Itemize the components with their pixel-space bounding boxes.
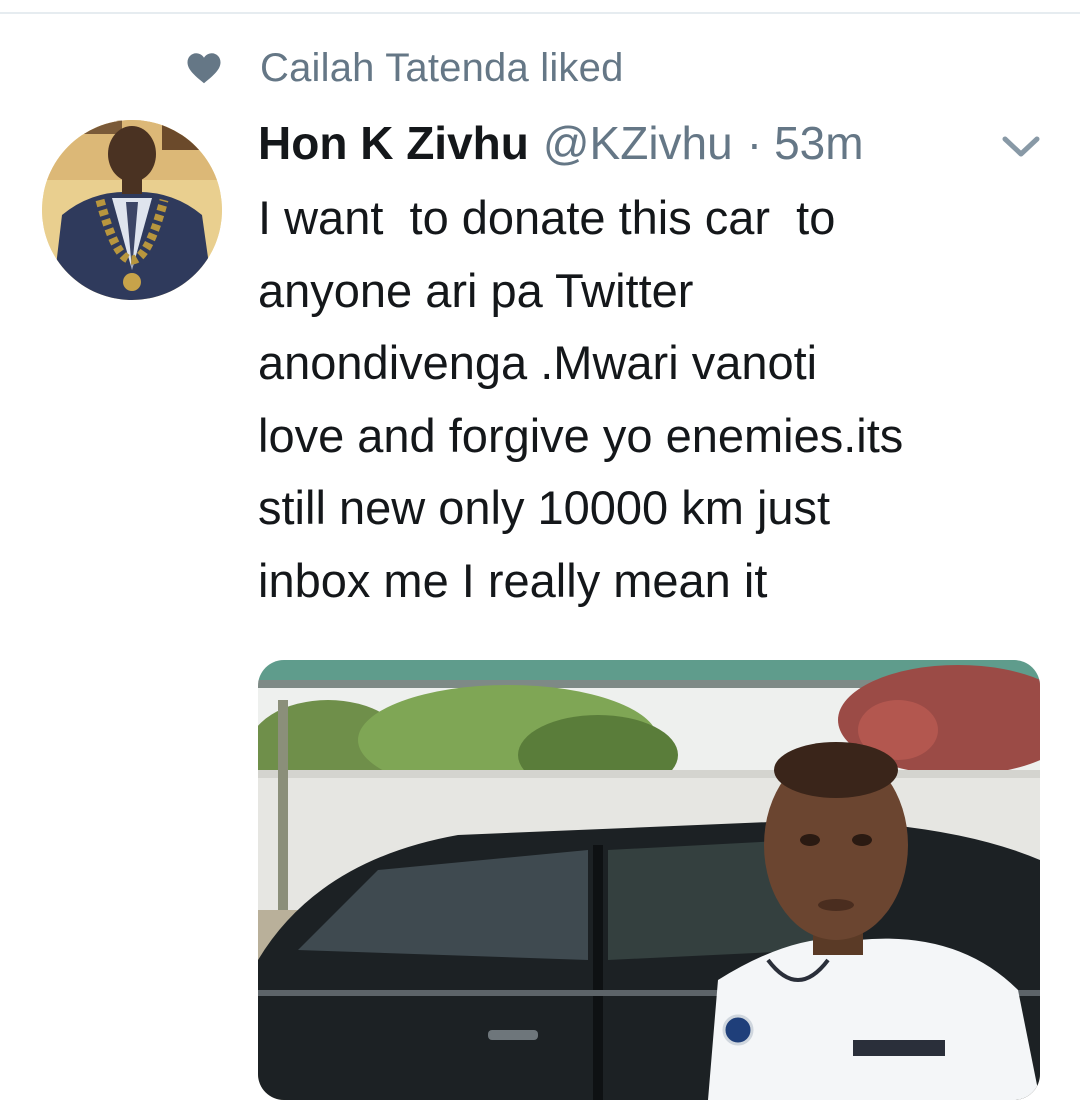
- tweet-media-photo[interactable]: [258, 660, 1040, 1100]
- tweet-header: Hon K Zivhu @KZivhu · 53m: [258, 114, 864, 172]
- author-display-name[interactable]: Hon K Zivhu: [258, 116, 529, 170]
- author-handle[interactable]: @KZivhu: [543, 116, 733, 170]
- chevron-down-icon[interactable]: [1000, 134, 1042, 160]
- tweet-text-line: anondivenga .Mwari vanoti: [258, 336, 818, 389]
- tweet-text-line: inbox me I really mean it: [258, 553, 768, 607]
- social-context[interactable]: Cailah Tatenda liked: [186, 44, 624, 92]
- tweet-text-line: love and forgive yo enemies.its: [258, 408, 904, 462]
- tweet-text-line: anyone ari pa Twitter: [258, 263, 694, 317]
- heart-icon: [187, 53, 221, 84]
- tweet-timestamp[interactable]: 53m: [774, 116, 863, 170]
- social-context-text: Cailah Tatenda liked: [260, 45, 624, 90]
- tweet-text-line: still new only 10000 km just: [258, 481, 831, 534]
- separator-dot: ·: [746, 117, 763, 169]
- tweet-text-line: I want to donate this car to: [258, 191, 836, 244]
- tweet-text: I want to donate this car to anyone ari …: [258, 182, 1058, 617]
- top-divider: [0, 12, 1080, 14]
- avatar[interactable]: [42, 120, 222, 300]
